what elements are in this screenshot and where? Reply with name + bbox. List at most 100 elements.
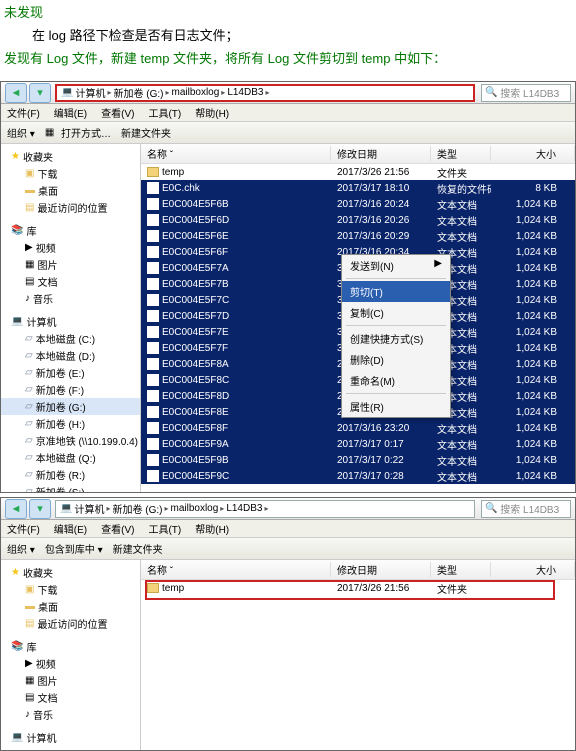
- forward-button[interactable]: ▾: [29, 499, 51, 519]
- table-row[interactable]: E0C004E5F9B2017/3/17 0:22文本文档1,024 KB: [141, 452, 575, 468]
- table-row[interactable]: E0C004E5F6B2017/3/16 20:24文本文档1,024 KB: [141, 196, 575, 212]
- sidebar-item-documents[interactable]: ▤文档: [1, 689, 140, 706]
- back-button[interactable]: ◄: [5, 499, 27, 519]
- menu-item[interactable]: 编辑(E): [54, 105, 87, 120]
- column-headers[interactable]: 名称 ˇ 修改日期 类型 大小: [141, 144, 575, 164]
- organize-menu[interactable]: 组织 ▾: [7, 125, 35, 140]
- sidebar-item-documents[interactable]: ▤文档: [1, 273, 140, 290]
- forward-button[interactable]: ▾: [29, 83, 51, 103]
- open-with[interactable]: ▦ 打开方式…: [45, 125, 111, 140]
- video-icon: ▶: [25, 242, 33, 253]
- sidebar-favorites[interactable]: ★收藏夹: [1, 148, 140, 165]
- context-menu-item[interactable]: 删除(D): [342, 349, 450, 370]
- sidebar-item-videos[interactable]: ▶视频: [1, 239, 140, 256]
- sidebar-item-drive[interactable]: ▱新加卷 (R:): [1, 466, 140, 483]
- address-bar[interactable]: 💻计算机▸新加卷 (G:)▸mailboxlog▸L14DB3 ▸: [55, 84, 475, 102]
- breadcrumb-part[interactable]: 新加卷 (G:): [113, 85, 163, 100]
- menu-item[interactable]: 文件(F): [7, 105, 40, 120]
- sidebar-item-drive[interactable]: ▱本地磁盘 (Q:): [1, 449, 140, 466]
- table-row[interactable]: temp2017/3/26 21:56文件夹: [141, 580, 575, 596]
- file-type: 文本文档: [431, 421, 491, 436]
- sidebar-item-drive[interactable]: ▱本地磁盘 (C:): [1, 330, 140, 347]
- col-size[interactable]: 大小: [491, 146, 575, 161]
- breadcrumb-part[interactable]: L14DB3: [226, 503, 262, 514]
- menu-item[interactable]: 工具(T): [148, 105, 181, 120]
- col-type[interactable]: 类型: [431, 146, 491, 161]
- sidebar-item-drive[interactable]: ▱本地磁盘 (D:): [1, 347, 140, 364]
- table-row[interactable]: E0C004E5F6E2017/3/16 20:29文本文档1,024 KB: [141, 228, 575, 244]
- back-button[interactable]: ◄: [5, 83, 27, 103]
- file-type: 文本文档: [431, 213, 491, 228]
- file-icon: [147, 294, 159, 306]
- menu-item[interactable]: 文件(F): [7, 521, 40, 536]
- col-name[interactable]: 名称 ˇ: [141, 146, 331, 161]
- drive-icon: ▱: [25, 452, 33, 463]
- col-size[interactable]: 大小: [491, 562, 575, 577]
- sidebar-item-recent[interactable]: ▤最近访问的位置: [1, 199, 140, 216]
- sidebar-item-recent[interactable]: ▤最近访问的位置: [1, 615, 140, 632]
- breadcrumb-part[interactable]: 计算机: [75, 85, 105, 100]
- sidebar-libraries[interactable]: 📚库: [1, 638, 140, 655]
- breadcrumb-part[interactable]: mailboxlog: [170, 503, 218, 514]
- sidebar-item-drive[interactable]: ▱本地磁盘 (C:): [1, 746, 140, 750]
- sidebar-computer[interactable]: 💻计算机: [1, 729, 140, 746]
- organize-menu[interactable]: 组织 ▾: [7, 541, 35, 556]
- col-date[interactable]: 修改日期: [331, 146, 431, 161]
- sidebar-item-desktop[interactable]: ▬桌面: [1, 598, 140, 615]
- sidebar-item-videos[interactable]: ▶视频: [1, 655, 140, 672]
- sidebar-item-downloads[interactable]: ▣下载: [1, 581, 140, 598]
- menu-item[interactable]: 查看(V): [101, 521, 134, 536]
- file-name: E0C004E5F7A: [162, 263, 229, 274]
- sidebar-computer[interactable]: 💻计算机: [1, 313, 140, 330]
- sidebar-libraries[interactable]: 📚库: [1, 222, 140, 239]
- breadcrumb-part[interactable]: 新加卷 (G:): [112, 501, 162, 516]
- new-folder-button[interactable]: 新建文件夹: [121, 125, 171, 140]
- table-row[interactable]: E0C004E5F6D2017/3/16 20:26文本文档1,024 KB: [141, 212, 575, 228]
- table-row[interactable]: E0C.chk2017/3/17 18:10恢复的文件碎片8 KB: [141, 180, 575, 196]
- sidebar-item-drive[interactable]: ▱新加卷 (H:): [1, 415, 140, 432]
- context-menu-item[interactable]: 复制(C): [342, 302, 450, 323]
- column-headers[interactable]: 名称 ˇ 修改日期 类型 大小: [141, 560, 575, 580]
- context-menu-item[interactable]: 创建快捷方式(S): [342, 328, 450, 349]
- menu-item[interactable]: 查看(V): [101, 105, 134, 120]
- table-row[interactable]: E0C004E5F9C2017/3/17 0:28文本文档1,024 KB: [141, 468, 575, 484]
- menu-item[interactable]: 编辑(E): [54, 521, 87, 536]
- file-name: temp: [162, 583, 184, 594]
- context-menu-item[interactable]: 发送到(N)▶: [342, 255, 450, 276]
- table-row[interactable]: temp2017/3/26 21:56文件夹: [141, 164, 575, 180]
- table-row[interactable]: E0C004E5F9A2017/3/17 0:17文本文档1,024 KB: [141, 436, 575, 452]
- sidebar-item-drive[interactable]: ▱京准地铁 (\\10.199.0.4) (M:): [1, 432, 140, 449]
- context-menu-item[interactable]: 属性(R): [342, 396, 450, 417]
- drive-icon: ▱: [25, 749, 33, 750]
- sidebar-item-drive[interactable]: ▱新加卷 (F:): [1, 381, 140, 398]
- breadcrumb-part[interactable]: 计算机: [74, 501, 104, 516]
- file-list[interactable]: temp2017/3/26 21:56文件夹E0C.chk2017/3/17 1…: [141, 164, 575, 492]
- sidebar-favorites[interactable]: ★收藏夹: [1, 564, 140, 581]
- search-input[interactable]: 🔍 搜索 L14DB3: [481, 500, 571, 518]
- menu-item[interactable]: 帮助(H): [195, 521, 229, 536]
- sidebar-item-drive[interactable]: ▱新加卷 (S:): [1, 483, 140, 492]
- address-bar[interactable]: 💻计算机▸新加卷 (G:)▸mailboxlog▸L14DB3 ▸: [55, 500, 475, 518]
- sidebar-item-desktop[interactable]: ▬桌面: [1, 182, 140, 199]
- sidebar-item-music[interactable]: ♪音乐: [1, 706, 140, 723]
- col-type[interactable]: 类型: [431, 562, 491, 577]
- breadcrumb-part[interactable]: mailboxlog: [171, 87, 219, 98]
- new-folder-button[interactable]: 新建文件夹: [113, 541, 163, 556]
- context-menu-item[interactable]: 剪切(T): [342, 281, 450, 302]
- file-list[interactable]: temp2017/3/26 21:56文件夹: [141, 580, 575, 750]
- sidebar-item-music[interactable]: ♪音乐: [1, 290, 140, 307]
- menu-item[interactable]: 工具(T): [148, 521, 181, 536]
- context-menu-item[interactable]: 重命名(M): [342, 370, 450, 391]
- sidebar-item-pictures[interactable]: ▦图片: [1, 256, 140, 273]
- col-name[interactable]: 名称 ˇ: [141, 562, 331, 577]
- menu-item[interactable]: 帮助(H): [195, 105, 229, 120]
- include-in-library[interactable]: 包含到库中 ▾: [45, 541, 103, 556]
- sidebar-item-drive[interactable]: ▱新加卷 (G:): [1, 398, 140, 415]
- table-row[interactable]: E0C004E5F8F2017/3/16 23:20文本文档1,024 KB: [141, 420, 575, 436]
- breadcrumb-part[interactable]: L14DB3: [227, 87, 263, 98]
- search-input[interactable]: 🔍 搜索 L14DB3: [481, 84, 571, 102]
- col-date[interactable]: 修改日期: [331, 562, 431, 577]
- sidebar-item-downloads[interactable]: ▣下载: [1, 165, 140, 182]
- sidebar-item-pictures[interactable]: ▦图片: [1, 672, 140, 689]
- sidebar-item-drive[interactable]: ▱新加卷 (E:): [1, 364, 140, 381]
